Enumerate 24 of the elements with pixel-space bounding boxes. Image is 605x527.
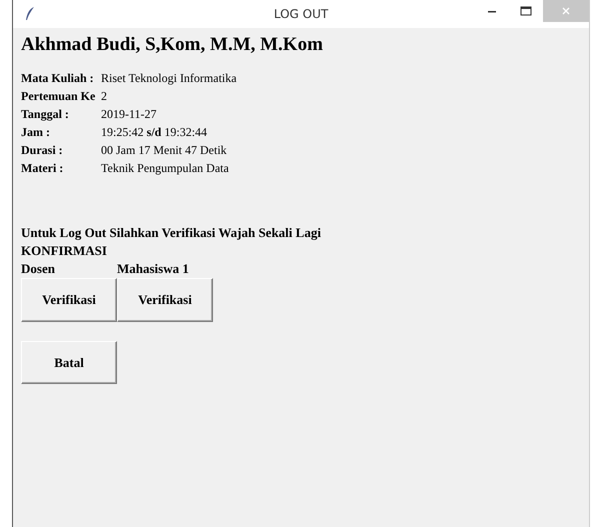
- field-value: Riset Teknologi Informatika: [101, 70, 237, 86]
- section-title: KONFIRMASI: [21, 242, 108, 260]
- window-title: LOG OUT: [274, 7, 328, 21]
- verifier-label: Dosen: [21, 260, 56, 278]
- field-value: 2: [101, 88, 108, 104]
- lecturer-name: Akhmad Budi, S,Kom, M.M, M.Kom: [21, 34, 324, 56]
- verify-button[interactable]: Verifikasi: [117, 278, 213, 322]
- instruction-text: Untuk Log Out Silahkan Verifikasi Wajah Sekali Lagi: [21, 224, 322, 242]
- cancel-button[interactable]: Batal: [21, 341, 117, 384]
- field-label: Jam :: [21, 124, 51, 140]
- field-value: 00 Jam 17 Menit 47 Detik: [101, 142, 228, 158]
- field-label: Mata Kuliah :: [21, 70, 95, 86]
- field-value: 2019-11-27: [101, 106, 158, 122]
- field-label: Durasi :: [21, 142, 64, 158]
- verifier-label: Mahasiswa 1: [117, 260, 190, 278]
- close-icon: [561, 6, 571, 16]
- feather-icon: [25, 7, 35, 21]
- field-label: Tanggal :: [21, 106, 70, 122]
- maximize-icon: [520, 6, 532, 16]
- field-value: Teknik Pengumpulan Data: [101, 160, 230, 176]
- field-value: 19:25:42 s/d 19:32:44: [101, 124, 208, 140]
- field-label: Materi :: [21, 160, 64, 176]
- verify-button[interactable]: Verifikasi: [21, 278, 117, 322]
- field-label: Pertemuan Ke: [21, 88, 96, 104]
